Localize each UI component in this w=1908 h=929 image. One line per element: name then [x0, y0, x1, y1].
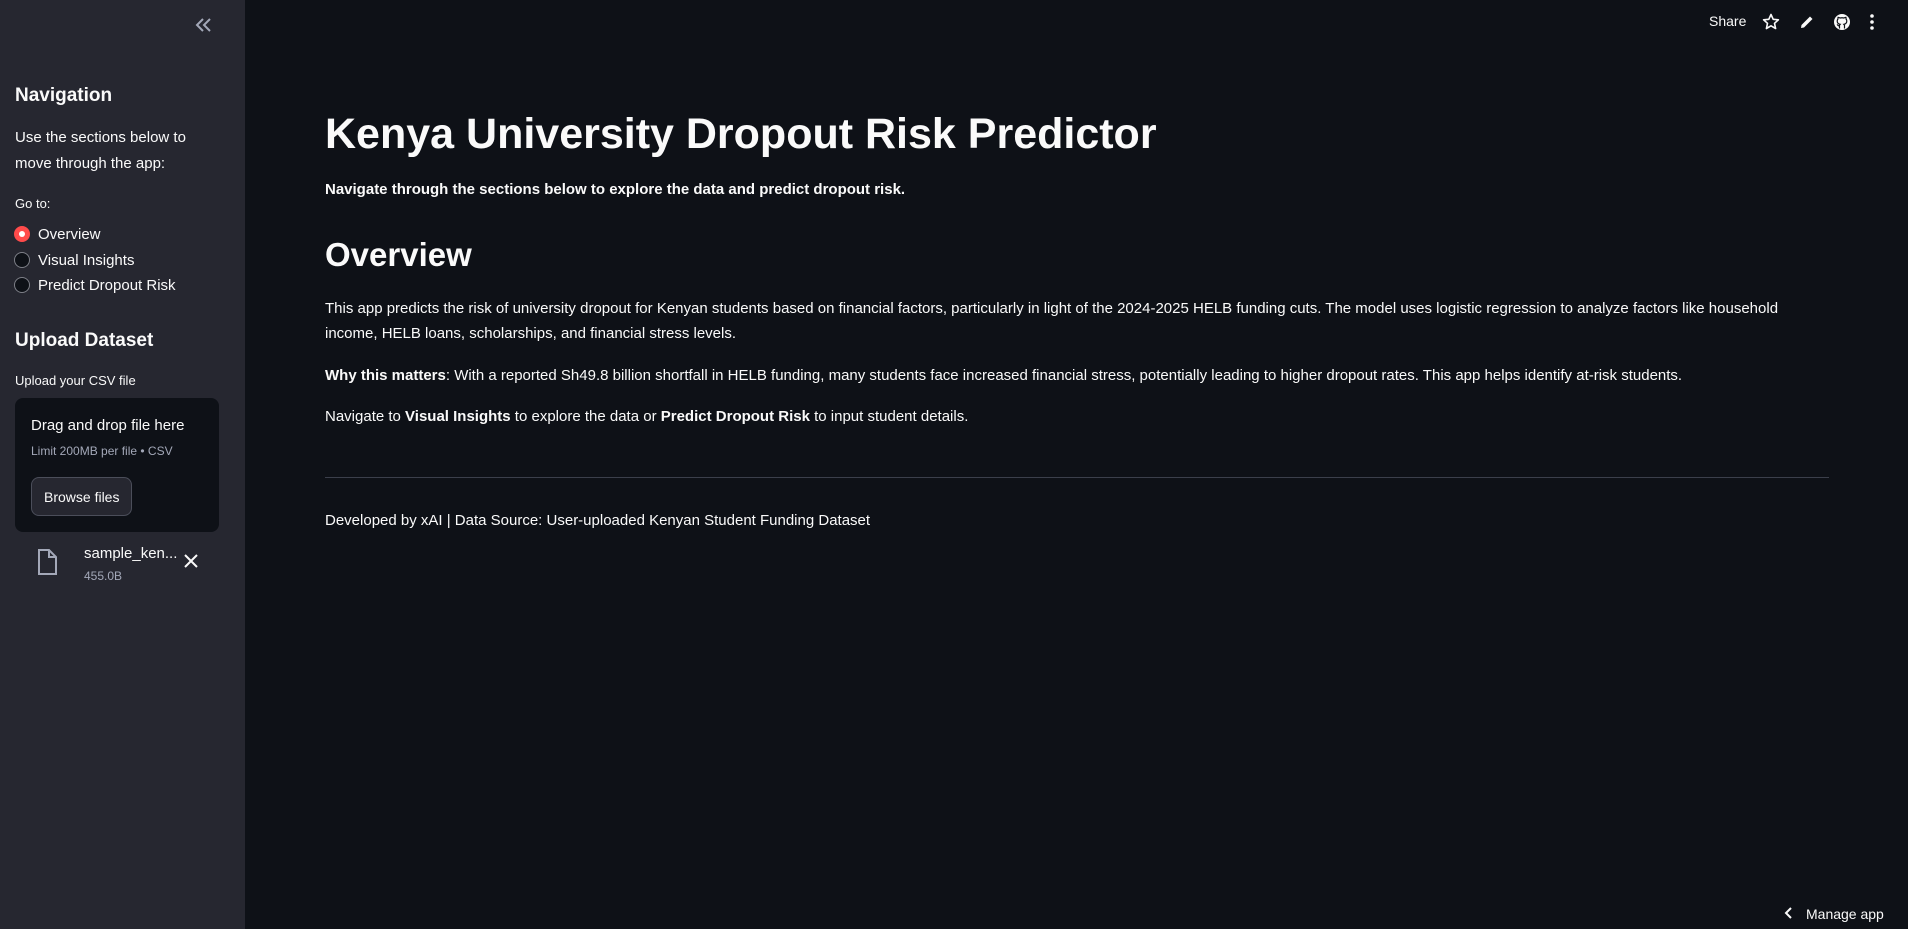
radio-label: Visual Insights — [38, 251, 135, 269]
why-matters-paragraph: Why this matters: With a reported Sh49.8… — [325, 363, 1829, 388]
page-title: Kenya University Dropout Risk Predictor — [325, 110, 1157, 158]
radio-unchecked-icon — [14, 277, 30, 293]
goto-label: Go to: — [15, 196, 51, 211]
remove-file-icon[interactable] — [184, 554, 198, 573]
predict-dropout-label: Predict Dropout Risk — [660, 408, 810, 425]
github-icon[interactable] — [1833, 13, 1851, 36]
radio-unchecked-icon — [14, 252, 30, 268]
edit-pencil-icon[interactable] — [1798, 13, 1816, 36]
radio-label: Overview — [38, 225, 101, 243]
more-menu-icon[interactable] — [1868, 13, 1876, 36]
navigate-text: to input student details. — [809, 408, 969, 425]
sidebar: Navigation Use the sections below to mov… — [0, 0, 245, 929]
section-heading: Overview — [325, 236, 472, 273]
star-icon[interactable] — [1762, 13, 1780, 36]
footer-text: Developed by xAI | Data Source: User-upl… — [325, 512, 871, 529]
chevron-left-icon — [1784, 906, 1792, 922]
navigate-paragraph: Navigate to Visual Insights to explore t… — [325, 404, 1829, 429]
radio-predict-dropout-risk[interactable]: Predict Dropout Risk — [14, 274, 176, 296]
manage-app-label: Manage app — [1806, 906, 1884, 922]
file-icon — [36, 549, 58, 580]
overview-paragraph: This app predicts the risk of university… — [325, 300, 1779, 342]
visual-insights-label: Visual Insights — [405, 408, 511, 425]
radio-visual-insights[interactable]: Visual Insights — [14, 249, 134, 271]
share-button[interactable]: Share — [1709, 13, 1746, 29]
radio-overview[interactable]: Overview — [14, 223, 101, 245]
navigate-text: Navigate to — [325, 408, 406, 425]
divider — [325, 477, 1829, 478]
navigation-heading: Navigation — [15, 85, 113, 106]
page-subtitle: Navigate through the sections below to e… — [325, 181, 906, 198]
dropzone-title: Drag and drop file here — [31, 417, 185, 434]
radio-label: Predict Dropout Risk — [38, 276, 176, 294]
file-name: sample_ken... — [84, 545, 178, 562]
uploaded-file: sample_ken... 455.0B — [36, 543, 206, 583]
why-matters-label: Why this matters — [325, 367, 446, 384]
navigation-text: Use the sections below to move through t… — [15, 129, 186, 172]
why-matters-text: : With a reported Sh49.8 billion shortfa… — [445, 367, 1683, 384]
navigate-text: to explore the data or — [510, 408, 661, 425]
dropzone-limit: Limit 200MB per file • CSV — [31, 444, 173, 458]
collapse-sidebar-icon[interactable] — [191, 12, 217, 38]
browse-files-button[interactable]: Browse files — [31, 477, 133, 516]
manage-app-button[interactable]: Manage app — [1784, 906, 1884, 922]
file-dropzone[interactable]: Drag and drop file here Limit 200MB per … — [15, 398, 219, 532]
upload-label: Upload your CSV file — [15, 373, 136, 388]
upload-heading: Upload Dataset — [15, 330, 154, 351]
file-size: 455.0B — [84, 569, 123, 583]
radio-checked-icon — [14, 226, 30, 242]
